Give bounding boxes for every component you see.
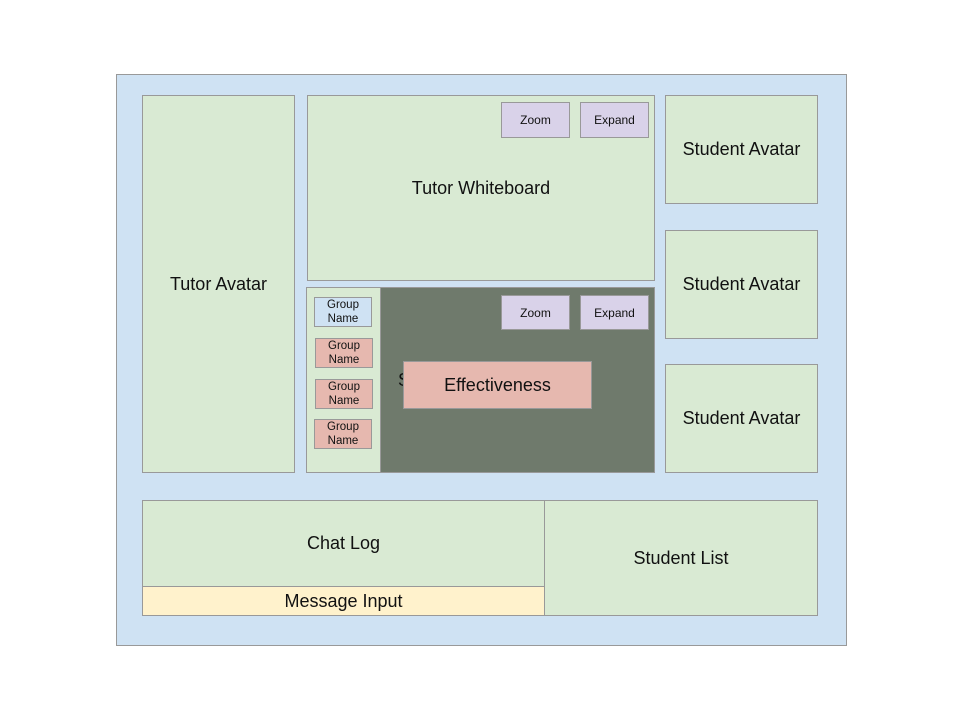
chat-log-label: Chat Log xyxy=(306,533,381,553)
effectiveness-indicator: Effectiveness xyxy=(403,361,592,409)
group-tab[interactable]: Group Name xyxy=(315,338,373,368)
student-list[interactable]: Student List xyxy=(544,500,818,616)
student-avatar: Student Avatar xyxy=(665,95,818,204)
chat-log: Chat Log xyxy=(142,500,545,587)
group-whiteboard-expand-button[interactable]: Expand xyxy=(580,295,649,330)
student-avatar: Student Avatar xyxy=(665,364,818,473)
student-avatar-label: Student Avatar xyxy=(682,408,801,428)
student-list-label: Student List xyxy=(633,547,729,568)
student-avatar-label: Student Avatar xyxy=(682,139,801,159)
tutor-whiteboard-expand-button[interactable]: Expand xyxy=(580,102,649,138)
student-avatar-label: Student Avatar xyxy=(682,274,801,294)
tutor-whiteboard-zoom-button[interactable]: Zoom xyxy=(501,102,570,138)
group-tab[interactable]: Group Name xyxy=(314,419,372,449)
group-tab[interactable]: Group Name xyxy=(314,297,372,327)
tutor-whiteboard-label: Tutor Whiteboard xyxy=(411,177,551,198)
tutor-avatar: Tutor Avatar xyxy=(142,95,295,473)
message-input[interactable]: Message Input xyxy=(142,586,545,616)
group-tab[interactable]: Group Name xyxy=(315,379,373,409)
group-whiteboard-zoom-button[interactable]: Zoom xyxy=(501,295,570,330)
student-avatar: Student Avatar xyxy=(665,230,818,339)
tutor-avatar-label: Tutor Avatar xyxy=(169,273,268,294)
